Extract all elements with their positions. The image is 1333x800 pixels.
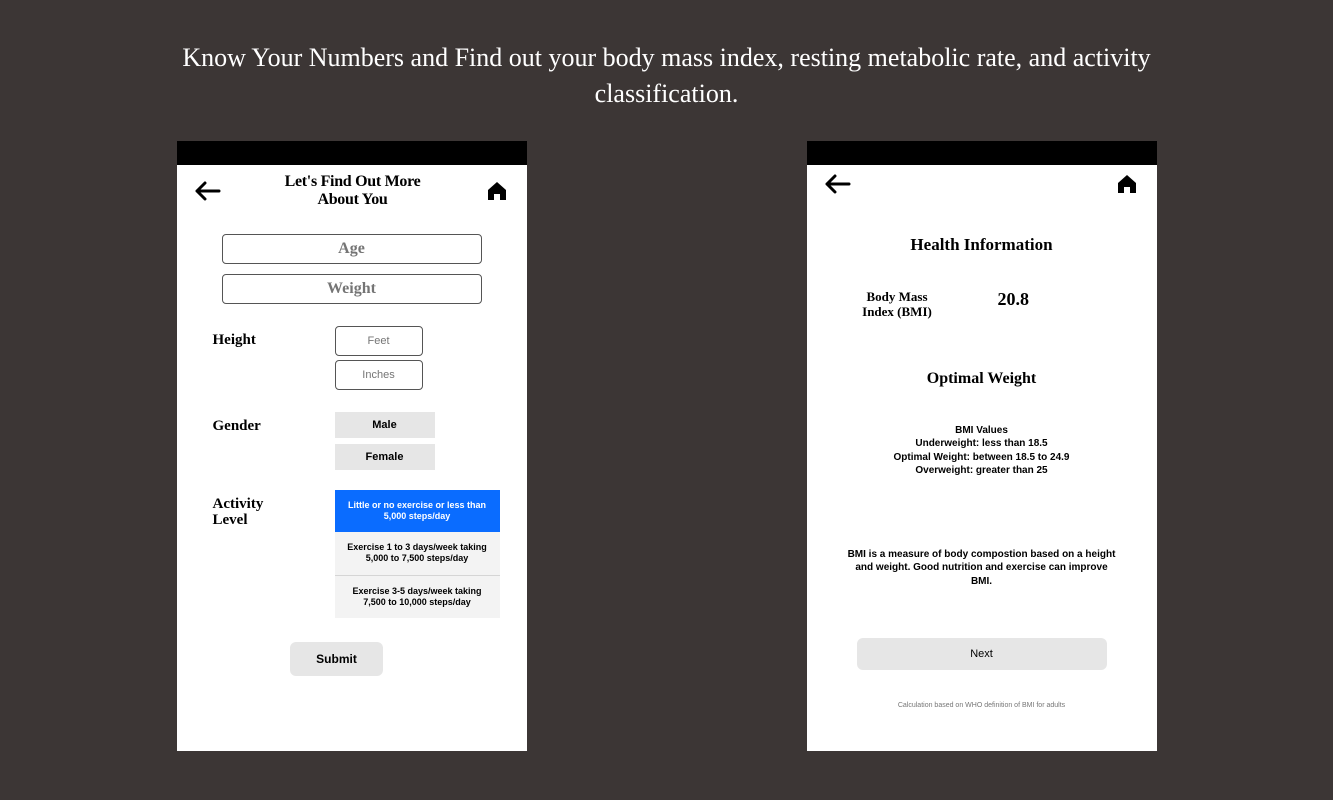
bmi-label: Body Mass Index (BMI) — [825, 289, 970, 320]
activity-option-0[interactable]: Little or no exercise or less than 5,000… — [335, 490, 500, 533]
phone-form: Let's Find Out More About You Height Gen… — [177, 141, 527, 751]
screen-title-line2: About You — [317, 191, 387, 208]
bmi-description: BMI is a measure of body compostion base… — [825, 548, 1139, 589]
app-bar: Let's Find Out More About You — [177, 165, 527, 214]
bmi-value: 20.8 — [970, 289, 1139, 310]
app-bar — [807, 165, 1157, 199]
page-title: Know Your Numbers and Find out your body… — [0, 0, 1333, 133]
activity-row: Activity Level Little or no exercise or … — [195, 490, 509, 619]
bmi-underweight: Underweight: less than 18.5 — [915, 438, 1047, 449]
status-bar — [807, 141, 1157, 165]
weight-input[interactable] — [222, 274, 482, 304]
activity-option-1[interactable]: Exercise 1 to 3 days/week taking 5,000 t… — [335, 532, 500, 576]
gender-label: Gender — [195, 412, 335, 435]
home-icon[interactable] — [485, 180, 509, 202]
submit-button[interactable]: Submit — [290, 642, 383, 676]
height-label: Height — [195, 326, 335, 349]
activity-controls: Little or no exercise or less than 5,000… — [335, 490, 509, 619]
male-button[interactable]: Male — [335, 412, 435, 438]
bmi-overweight: Overweight: greater than 25 — [915, 465, 1047, 476]
activity-label: Activity Level — [195, 490, 335, 529]
optimal-weight-heading: Optimal Weight — [927, 370, 1037, 388]
screen-title: Let's Find Out More About You — [221, 173, 485, 210]
results-content: Health Information Body Mass Index (BMI)… — [807, 199, 1157, 751]
feet-input[interactable] — [335, 326, 423, 356]
activity-list: Little or no exercise or less than 5,000… — [335, 490, 500, 619]
female-button[interactable]: Female — [335, 444, 435, 470]
next-button[interactable]: Next — [857, 638, 1107, 670]
calculation-footnote: Calculation based on WHO definition of B… — [898, 702, 1065, 709]
bmi-values-heading: BMI Values — [955, 425, 1008, 436]
bmi-label-line2: Index (BMI) — [862, 304, 932, 319]
home-icon[interactable] — [1115, 173, 1139, 195]
bmi-value-ranges: BMI Values Underweight: less than 18.5 O… — [894, 424, 1070, 478]
height-row: Height — [195, 326, 509, 390]
form-content: Height Gender Male Female Activity Level — [177, 214, 527, 751]
gender-controls: Male Female — [335, 412, 509, 472]
bmi-optimal-range: Optimal Weight: between 18.5 to 24.9 — [894, 452, 1070, 463]
activity-label-line1: Activity — [213, 496, 264, 512]
gender-row: Gender Male Female — [195, 412, 509, 472]
phone-results: Health Information Body Mass Index (BMI)… — [807, 141, 1157, 751]
back-arrow-icon[interactable] — [825, 174, 851, 194]
age-input[interactable] — [222, 234, 482, 264]
bmi-label-line1: Body Mass — [866, 289, 927, 304]
activity-option-2[interactable]: Exercise 3-5 days/week taking 7,500 to 1… — [335, 576, 500, 619]
phone-mockups-row: Let's Find Out More About You Height Gen… — [0, 133, 1333, 751]
status-bar — [177, 141, 527, 165]
health-info-title: Health Information — [910, 235, 1052, 255]
bmi-row: Body Mass Index (BMI) 20.8 — [825, 289, 1139, 320]
screen-title-line1: Let's Find Out More — [285, 173, 421, 190]
inches-input[interactable] — [335, 360, 423, 390]
height-controls — [335, 326, 509, 390]
activity-label-line2: Level — [213, 512, 248, 528]
back-arrow-icon[interactable] — [195, 181, 221, 201]
